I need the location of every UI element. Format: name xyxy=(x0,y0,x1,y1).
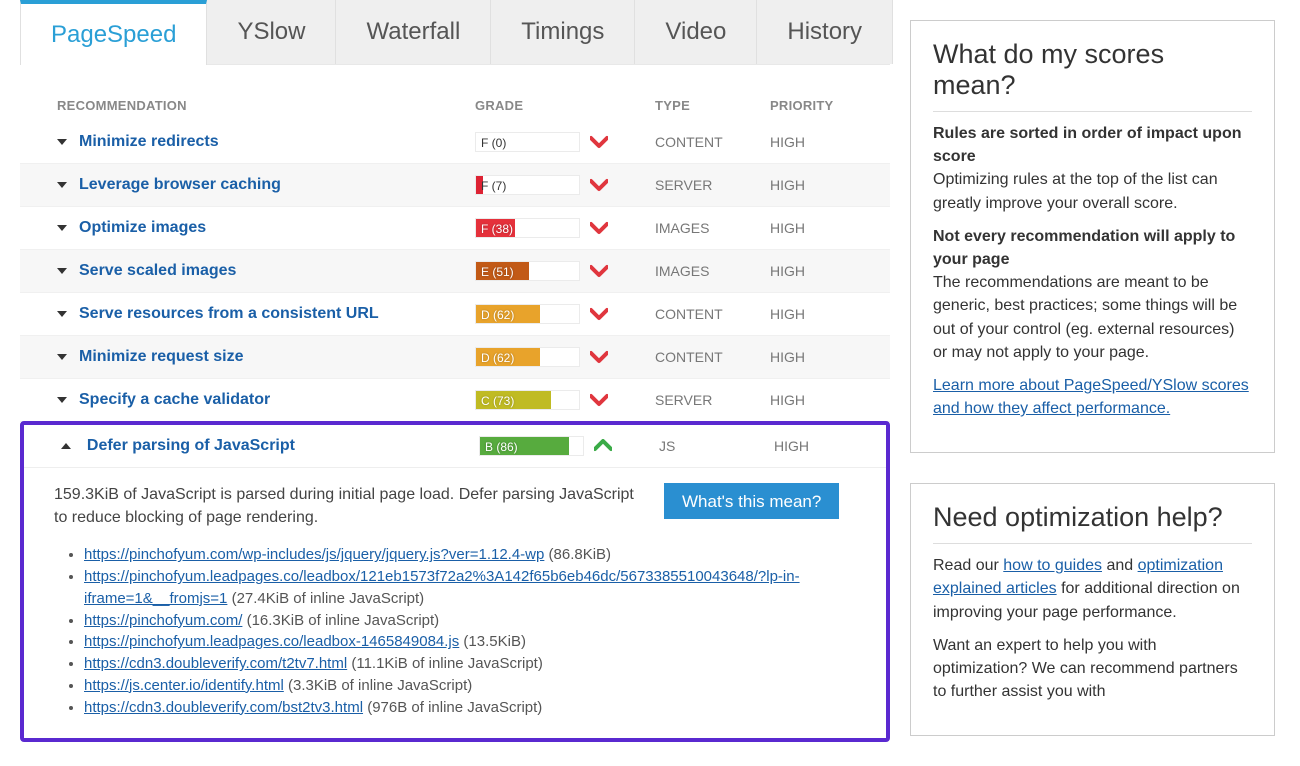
list-item: https://pinchofyum.com/ (16.3KiB of inli… xyxy=(84,610,871,632)
table-row[interactable]: Serve scaled images E (51) IMAGESHIGH xyxy=(20,250,890,293)
priority-value: HIGH xyxy=(770,177,850,193)
tab-yslow[interactable]: YSlow xyxy=(207,0,336,64)
list-item: https://cdn3.doubleverify.com/bst2tv3.ht… xyxy=(84,697,871,719)
recommendation-link[interactable]: Minimize redirects xyxy=(79,133,219,150)
impact-arrow-icon xyxy=(590,178,608,192)
list-item: https://cdn3.doubleverify.com/t2tv7.html… xyxy=(84,653,871,675)
scores-meaning-card: What do my scores mean? Rules are sorted… xyxy=(910,20,1275,453)
type-value: CONTENT xyxy=(655,349,770,365)
resource-link[interactable]: https://cdn3.doubleverify.com/bst2tv3.ht… xyxy=(84,699,363,716)
list-item: https://pinchofyum.leadpages.co/leadbox/… xyxy=(84,566,871,610)
grade-bar: D (62) xyxy=(475,347,580,367)
improve-arrow-icon xyxy=(594,439,612,453)
grade-bar: B (86) xyxy=(479,436,584,456)
grade-bar: F (7) xyxy=(475,175,580,195)
impact-arrow-icon xyxy=(590,350,608,364)
list-item: https://pinchofyum.com/wp-includes/js/jq… xyxy=(84,544,871,566)
resource-link[interactable]: https://pinchofyum.leadpages.co/leadbox/… xyxy=(84,568,800,607)
table-row[interactable]: Minimize redirects F (0) CONTENTHIGH xyxy=(20,121,890,164)
table-row[interactable]: Specify a cache validator C (73) SERVERHIG… xyxy=(20,379,890,422)
expand-icon[interactable] xyxy=(57,139,67,145)
card-title: What do my scores mean? xyxy=(933,39,1252,112)
resource-link[interactable]: https://pinchofyum.com/ xyxy=(84,612,242,629)
table-row[interactable]: Leverage browser caching F (7) SERVERHIGH xyxy=(20,164,890,207)
detail-description: 159.3KiB of JavaScript is parsed during … xyxy=(54,483,634,529)
resource-link[interactable]: https://js.center.io/identify.html xyxy=(84,677,284,694)
impact-arrow-icon xyxy=(590,135,608,149)
whats-this-mean-button[interactable]: What's this mean? xyxy=(664,483,839,519)
type-value: IMAGES xyxy=(655,220,770,236)
card-text: Read our how to guides and optimization … xyxy=(933,554,1252,624)
recommendation-link[interactable]: Optimize images xyxy=(79,219,206,236)
expanded-row: Defer parsing of JavaScript B (86) xyxy=(20,421,890,742)
grade-bar: E (51) xyxy=(475,261,580,281)
recommendation-link[interactable]: Specify a cache validator xyxy=(79,391,270,408)
tab-history[interactable]: History xyxy=(757,0,893,64)
type-value: CONTENT xyxy=(655,134,770,150)
resource-link[interactable]: https://pinchofyum.leadpages.co/leadbox-… xyxy=(84,633,459,650)
collapse-icon[interactable] xyxy=(61,443,71,449)
resource-link[interactable]: https://pinchofyum.com/wp-includes/js/jq… xyxy=(84,546,544,563)
table-row[interactable]: Defer parsing of JavaScript B (86) xyxy=(24,425,886,468)
impact-arrow-icon xyxy=(590,264,608,278)
type-value: CONTENT xyxy=(655,306,770,322)
priority-value: HIGH xyxy=(770,349,850,365)
header-grade: GRADE xyxy=(475,98,655,113)
priority-value: HIGH xyxy=(770,134,850,150)
recommendation-link[interactable]: Leverage browser caching xyxy=(79,176,281,193)
tab-strip: PageSpeed YSlow Waterfall Timings Video … xyxy=(20,0,890,65)
table-row[interactable]: Optimize images F (38) IMAGESHIGH xyxy=(20,207,890,250)
recommendation-link[interactable]: Serve scaled images xyxy=(79,262,236,279)
resource-link[interactable]: https://cdn3.doubleverify.com/t2tv7.html xyxy=(84,655,347,672)
tab-waterfall[interactable]: Waterfall xyxy=(336,0,491,64)
table-header: RECOMMENDATION GRADE TYPE PRIORITY xyxy=(20,90,890,121)
card-bold-1: Rules are sorted in order of impact upon… xyxy=(933,125,1242,165)
table-row[interactable]: Minimize request size D (62) CONTENTHIGH xyxy=(20,336,890,379)
learn-more-link[interactable]: Learn more about PageSpeed/YSlow scores … xyxy=(933,377,1249,417)
priority-value: HIGH xyxy=(774,438,854,454)
card-title: Need optimization help? xyxy=(933,502,1252,544)
recommendation-link[interactable]: Defer parsing of JavaScript xyxy=(87,437,295,454)
list-item: https://js.center.io/identify.html (3.3K… xyxy=(84,675,871,697)
card-text-1: Optimizing rules at the top of the list … xyxy=(933,171,1218,211)
detail-list: https://pinchofyum.com/wp-includes/js/jq… xyxy=(54,544,871,718)
list-item: https://pinchofyum.leadpages.co/leadbox-… xyxy=(84,631,871,653)
tab-pagespeed[interactable]: PageSpeed xyxy=(20,0,207,65)
expand-icon[interactable] xyxy=(57,182,67,188)
grade-bar: F (38) xyxy=(475,218,580,238)
type-value: SERVER xyxy=(655,392,770,408)
table-row[interactable]: Serve resources from a consistent URL D (… xyxy=(20,293,890,336)
header-type: TYPE xyxy=(655,98,770,113)
expand-icon[interactable] xyxy=(57,354,67,360)
grade-bar: D (62) xyxy=(475,304,580,324)
priority-value: HIGH xyxy=(770,263,850,279)
optimization-help-card: Need optimization help? Read our how to … xyxy=(910,483,1275,736)
card-text-2: The recommendations are meant to be gene… xyxy=(933,274,1237,361)
grade-bar: F (0) xyxy=(475,132,580,152)
header-priority: PRIORITY xyxy=(770,98,850,113)
type-value: SERVER xyxy=(655,177,770,193)
type-value: JS xyxy=(659,438,774,454)
priority-value: HIGH xyxy=(770,220,850,236)
expand-icon[interactable] xyxy=(57,397,67,403)
impact-arrow-icon xyxy=(590,393,608,407)
impact-arrow-icon xyxy=(590,307,608,321)
expand-icon[interactable] xyxy=(57,268,67,274)
tab-timings[interactable]: Timings xyxy=(491,0,635,64)
recommendation-link[interactable]: Minimize request size xyxy=(79,348,244,365)
type-value: IMAGES xyxy=(655,263,770,279)
priority-value: HIGH xyxy=(770,306,850,322)
card-text-2: Want an expert to help you with optimiza… xyxy=(933,634,1252,704)
expand-icon[interactable] xyxy=(57,225,67,231)
tab-video[interactable]: Video xyxy=(635,0,757,64)
impact-arrow-icon xyxy=(590,221,608,235)
card-bold-2: Not every recommendation will apply to y… xyxy=(933,228,1235,268)
recommendation-link[interactable]: Serve resources from a consistent URL xyxy=(79,305,379,322)
expand-icon[interactable] xyxy=(57,311,67,317)
how-to-guides-link[interactable]: how to guides xyxy=(1003,557,1102,574)
priority-value: HIGH xyxy=(770,392,850,408)
header-recommendation: RECOMMENDATION xyxy=(35,98,475,113)
grade-bar: C (73) xyxy=(475,390,580,410)
